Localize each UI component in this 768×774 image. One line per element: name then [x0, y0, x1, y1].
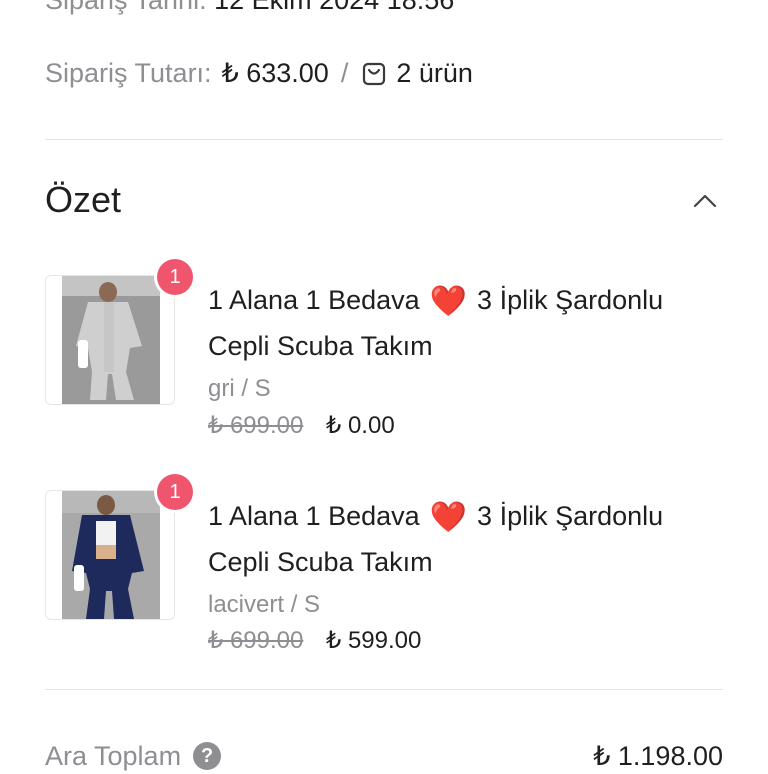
product-variant: lacivert / S	[208, 591, 321, 618]
quantity-badge: 1	[157, 259, 193, 295]
new-price: ₺ 0.00	[326, 412, 395, 439]
heart-icon: ❤️	[429, 285, 468, 318]
product-image	[62, 276, 160, 404]
subtotal-value: ₺ 1.198.00	[593, 741, 723, 771]
summary-title: Özet	[45, 179, 122, 220]
product-prices: ₺ 699.00 ₺ 0.00	[208, 411, 395, 441]
new-price: ₺ 599.00	[326, 627, 422, 654]
subtotal-row: Ara Toplam ?	[45, 738, 222, 774]
order-total-row: Sipariş Tutarı: ₺ 633.00 / 2 ürün	[45, 56, 473, 90]
product-prices: ₺ 699.00 ₺ 599.00	[208, 626, 421, 656]
product-title-part1: 1 Alana 1 Bedava	[208, 285, 420, 315]
product-title[interactable]: 1 Alana 1 Bedava ❤️ 3 İplik Şardonlu Cepli…	[208, 278, 728, 368]
product-title-part2: 3 İplik Şardonlu	[477, 285, 664, 315]
product-variant: gri / S	[208, 375, 271, 402]
product-thumbnail[interactable]	[45, 490, 175, 620]
old-price: ₺ 699.00	[208, 627, 304, 654]
chevron-up-icon[interactable]	[692, 188, 718, 214]
order-item-count: 2 ürün	[396, 58, 473, 88]
divider	[45, 689, 723, 690]
help-icon[interactable]: ?	[193, 742, 222, 770]
order-total-separator: /	[340, 58, 349, 88]
product-thumbnail[interactable]	[45, 275, 175, 405]
order-total-label: Sipariş Tutarı:	[45, 58, 212, 88]
product-title-part1: 1 Alana 1 Bedava	[208, 501, 420, 531]
product-image	[62, 491, 160, 619]
order-total-value: ₺ 633.00	[221, 58, 329, 88]
heart-icon: ❤️	[429, 501, 468, 534]
order-date-label: Sipariş Tarihi:	[45, 0, 207, 15]
order-date-value: 12 Ekim 2024 18:56	[214, 0, 455, 15]
order-date-row: Sipariş Tarihi: 12 Ekim 2024 18:56	[45, 0, 454, 16]
quantity-badge: 1	[157, 474, 193, 510]
product-title-line2: Cepli Scuba Takım	[208, 547, 433, 577]
product-title[interactable]: 1 Alana 1 Bedava ❤️ 3 İplik Şardonlu Cepli…	[208, 494, 728, 584]
product-title-part2: 3 İplik Şardonlu	[477, 501, 664, 531]
subtotal-label: Ara Toplam	[45, 741, 182, 771]
shopping-bag-icon	[360, 59, 388, 87]
divider	[45, 139, 723, 140]
old-price: ₺ 699.00	[208, 412, 304, 439]
product-title-line2: Cepli Scuba Takım	[208, 331, 433, 361]
